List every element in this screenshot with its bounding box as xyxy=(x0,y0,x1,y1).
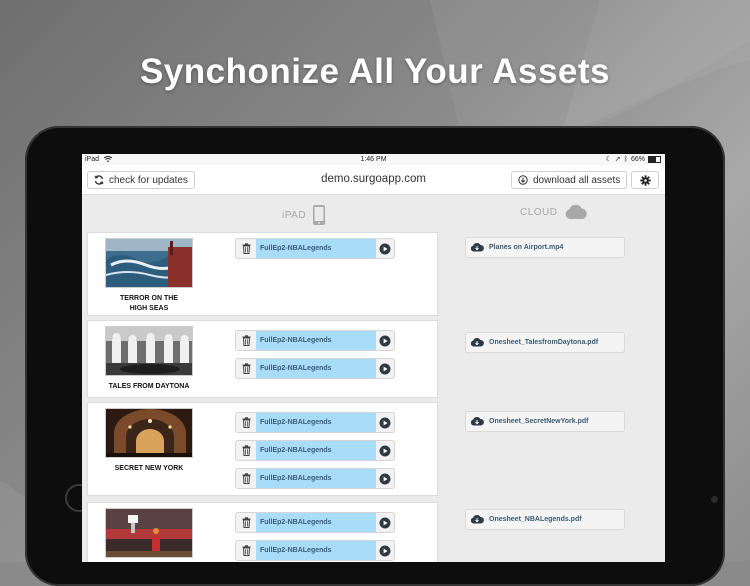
cloud-icon xyxy=(565,204,587,219)
cloud-download-icon[interactable] xyxy=(470,337,484,349)
asset-thumbnail[interactable] xyxy=(105,508,193,558)
asset-thumbnail[interactable] xyxy=(105,408,193,458)
play-icon[interactable] xyxy=(376,331,394,350)
device-file-name[interactable]: FullEp2-NBALegends xyxy=(256,441,376,460)
asset-card: TERROR ON THE HIGH SEAS FullEp2-NBALegends xyxy=(87,232,438,316)
play-icon[interactable] xyxy=(376,469,394,488)
trash-icon[interactable] xyxy=(236,239,256,258)
play-icon[interactable] xyxy=(376,239,394,258)
trash-icon[interactable] xyxy=(236,441,256,460)
bluetooth-icon: ᛒ xyxy=(623,156,628,163)
trash-icon[interactable] xyxy=(236,513,256,532)
device-column-header: iPAD xyxy=(282,204,326,226)
device-file-item: FullEp2-NBALegends xyxy=(235,512,395,533)
location-icon: ➚ xyxy=(614,156,621,163)
trash-icon[interactable] xyxy=(236,541,256,560)
battery-icon xyxy=(648,156,661,163)
moon-icon: ☾ xyxy=(605,156,612,163)
settings-button[interactable] xyxy=(631,171,659,189)
asset-card: FullEp2-NBALegends FullEp2-NBALegends xyxy=(87,502,438,562)
cloud-download-icon[interactable] xyxy=(470,514,484,526)
device-file-name[interactable]: FullEp2-NBALegends xyxy=(256,413,376,432)
asset-title: TALES FROM DAYTONA xyxy=(108,383,190,390)
asset-title: SECRET NEW YORK xyxy=(114,465,184,472)
clock: 1:46 PM xyxy=(360,156,387,163)
column-headers: iPAD CLOUD xyxy=(82,195,665,231)
download-all-label: download all assets xyxy=(533,174,621,186)
cloud-column-header: CLOUD xyxy=(520,204,588,220)
app-screen: iPad 1:46 PM ☾ ➚ ᛒ 66% check for updates xyxy=(82,154,665,562)
status-bar: iPad 1:46 PM ☾ ➚ ᛒ 66% xyxy=(82,154,665,165)
toolbar: check for updates demo.surgoapp.com down… xyxy=(82,165,665,195)
device-file-name[interactable]: FullEp2-NBALegends xyxy=(256,541,376,560)
refresh-icon xyxy=(94,175,104,185)
device-file-name[interactable]: FullEp2-NBALegends xyxy=(256,359,376,378)
asset-thumbnail[interactable] xyxy=(105,326,193,376)
asset-thumbnail[interactable] xyxy=(105,238,193,288)
asset-title: TERROR ON THE HIGH SEAS xyxy=(120,295,178,312)
trash-icon[interactable] xyxy=(236,359,256,378)
device-file-name[interactable]: FullEp2-NBALegends xyxy=(256,331,376,350)
check-updates-button[interactable]: check for updates xyxy=(87,171,195,189)
gear-icon xyxy=(639,174,651,186)
device-file-item: FullEp2-NBALegends xyxy=(235,440,395,461)
download-circle-icon xyxy=(518,175,528,185)
play-icon[interactable] xyxy=(376,513,394,532)
asset-card: SECRET NEW YORK FullEp2-NBALegends FullEp2… xyxy=(87,402,438,496)
cloud-file-item[interactable]: Onesheet_TalesfromDaytona.pdf xyxy=(465,332,625,353)
play-icon[interactable] xyxy=(376,413,394,432)
device-file-name[interactable]: FullEp2-NBALegends xyxy=(256,239,376,258)
trash-icon[interactable] xyxy=(236,413,256,432)
trash-icon[interactable] xyxy=(236,469,256,488)
device-file-item: FullEp2-NBALegends xyxy=(235,238,395,259)
headline: Synchonize All Your Assets xyxy=(139,52,611,91)
check-updates-label: check for updates xyxy=(109,174,188,186)
cloud-file-item[interactable]: Onesheet_SecretNewYork.pdf xyxy=(465,411,625,432)
play-icon[interactable] xyxy=(376,359,394,378)
cloud-file-name: Onesheet_TalesfromDaytona.pdf xyxy=(489,339,599,346)
cloud-download-icon[interactable] xyxy=(470,242,484,254)
cloud-file-name: Onesheet_NBALegends.pdf xyxy=(489,516,582,523)
device-file-name[interactable]: FullEp2-NBALegends xyxy=(256,469,376,488)
device-file-item: FullEp2-NBALegends xyxy=(235,330,395,351)
tablet-icon xyxy=(313,205,326,225)
download-all-button[interactable]: download all assets xyxy=(511,171,628,189)
trash-icon[interactable] xyxy=(236,331,256,350)
play-icon[interactable] xyxy=(376,541,394,560)
cloud-file-name: Onesheet_SecretNewYork.pdf xyxy=(489,418,589,425)
device-file-item: FullEp2-NBALegends xyxy=(235,540,395,561)
device-file-item: FullEp2-NBALegends xyxy=(235,412,395,433)
camera-dot xyxy=(711,496,718,503)
device-file-name[interactable]: FullEp2-NBALegends xyxy=(256,513,376,532)
cloud-file-name: Planes on Airport.mp4 xyxy=(489,244,564,251)
cloud-download-icon[interactable] xyxy=(470,416,484,428)
asset-card: TALES FROM DAYTONA FullEp2-NBALegends Full… xyxy=(87,320,438,398)
play-icon[interactable] xyxy=(376,441,394,460)
cloud-file-item[interactable]: Planes on Airport.mp4 xyxy=(465,237,625,258)
battery-percent: 66% xyxy=(630,156,645,163)
device-file-item: FullEp2-NBALegends xyxy=(235,468,395,489)
device-file-item: FullEp2-NBALegends xyxy=(235,358,395,379)
cloud-file-item[interactable]: Onesheet_NBALegends.pdf xyxy=(465,509,625,530)
